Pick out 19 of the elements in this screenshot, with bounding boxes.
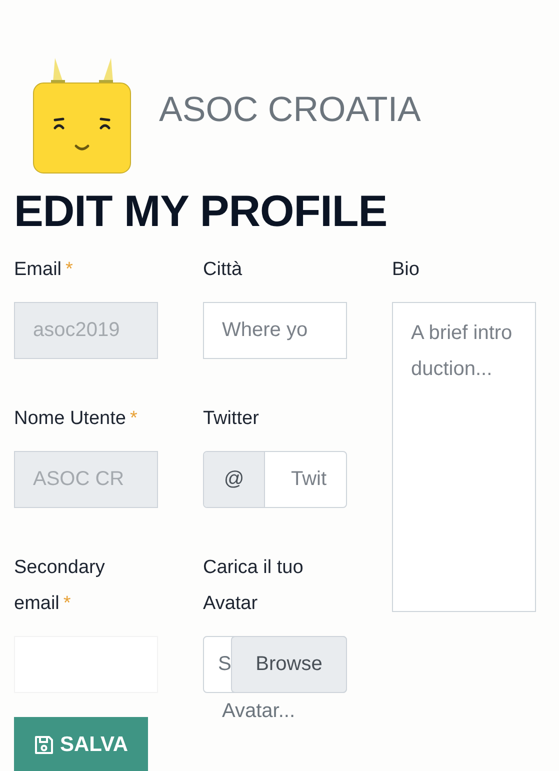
- input-field[interactable]: Where yo: [203, 302, 347, 359]
- browse-button[interactable]: Browse: [231, 636, 347, 693]
- twitter-field[interactable]: @ Twit: [203, 451, 347, 508]
- save-button[interactable]: SALVA: [14, 717, 148, 771]
- page-title: EDIT MY PROFILE: [14, 188, 388, 236]
- field-label: Bio: [392, 258, 420, 282]
- field-label: Carica il tuo Avatar: [203, 556, 304, 616]
- field-label: Città: [203, 258, 244, 282]
- brand-name: ASOC CROATIA: [159, 90, 421, 130]
- save-icon: [34, 735, 54, 755]
- field-label: Email *: [14, 258, 74, 282]
- twitter-input[interactable]: Twit: [265, 452, 346, 507]
- field-label: Nome Utente *: [14, 407, 138, 431]
- file-placeholder-text: Avatar...: [222, 700, 296, 723]
- field-label: Secondary email *: [14, 556, 106, 616]
- logo-icon: [33, 56, 131, 174]
- bio-field[interactable]: A brief introduction...: [392, 302, 536, 612]
- at-prefix: @: [204, 452, 265, 507]
- field-label: Twitter: [203, 407, 260, 431]
